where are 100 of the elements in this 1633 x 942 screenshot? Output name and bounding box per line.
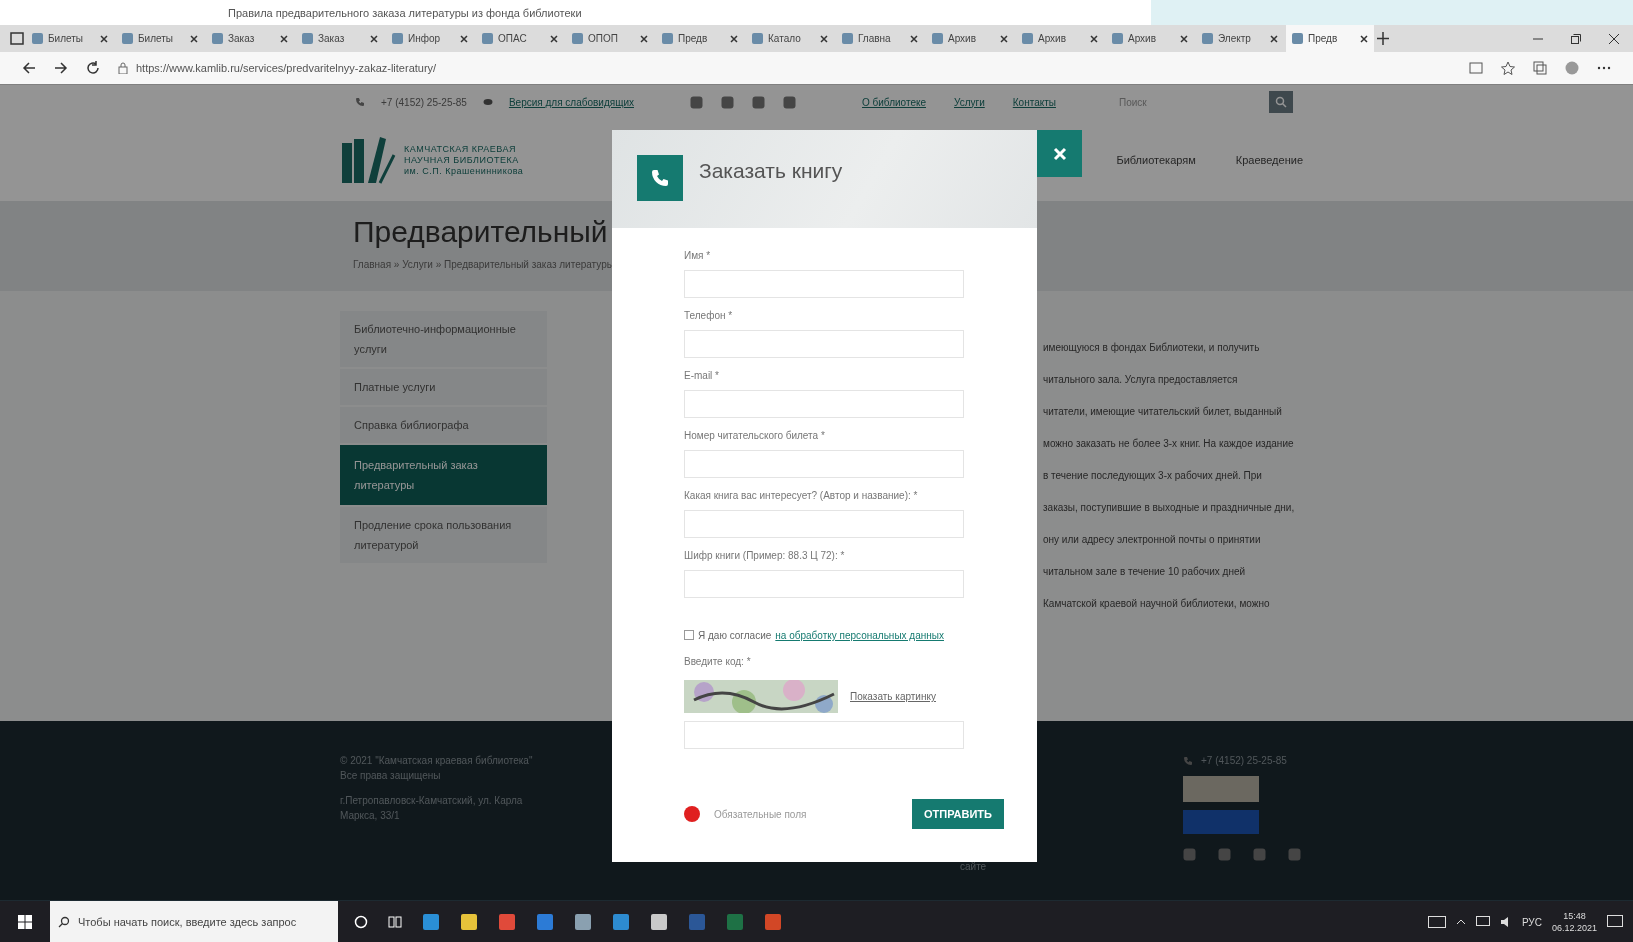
sidebar-item[interactable]: Платные услуги [340, 369, 547, 405]
app-icon[interactable] [612, 913, 630, 931]
sidebar-item[interactable]: Библиотечно-информационные услуги [340, 311, 547, 367]
field-label: Шифр книги (Пример: 88.3 Ц 72): * [684, 550, 846, 563]
input-field[interactable] [684, 270, 964, 298]
nav-item[interactable]: Библиотекарям [1116, 154, 1196, 166]
app-icon[interactable] [498, 913, 516, 931]
windows-icon[interactable] [18, 915, 32, 929]
body-text: читатели, имеющие читательский билет, выданный [1043, 405, 1283, 419]
notifications-icon[interactable] [1607, 915, 1623, 929]
task-view-icon[interactable] [388, 915, 402, 929]
address-text: г.Петропавловск-Камчатский, ул. Карла [340, 794, 524, 808]
close-icon[interactable] [460, 34, 468, 43]
page-title: Предварительный [353, 215, 609, 249]
close-icon[interactable] [730, 34, 738, 43]
field-label: Имя * [684, 250, 712, 263]
input-field[interactable] [684, 570, 964, 598]
network-icon[interactable] [1475, 916, 1490, 928]
top-link[interactable]: Контакты [1012, 96, 1056, 108]
cortana-icon[interactable] [354, 915, 368, 929]
search-icon [1275, 96, 1287, 108]
app-icon[interactable] [650, 913, 668, 931]
copyright-text: © 2021 "Камчатская краевая библиотека" [340, 754, 534, 768]
body-text: читального зала. Услуга предоставляется [1043, 373, 1239, 387]
logo-text: им. С.П. Крашенинникова [404, 165, 524, 177]
footer-phone: +7 (4152) 25-25-85 [1201, 754, 1287, 768]
input-field[interactable] [684, 330, 964, 358]
collections-icon[interactable] [1533, 61, 1547, 75]
body-text: имеющуюся в фондах Библиотеки, и получить [1043, 341, 1261, 355]
sidebar-item[interactable]: Продление срока пользования литературой [340, 507, 547, 563]
nav-item[interactable]: Краеведение [1235, 154, 1303, 166]
consent-link[interactable]: на обработку персональных данных [775, 628, 944, 644]
body-text: Камчатской краевой научной библиотеки, можно [1043, 597, 1271, 611]
lock-icon [118, 62, 128, 74]
phone-glyph-icon [651, 169, 669, 187]
dialog-title: Заказать книгу [699, 159, 843, 183]
close-icon[interactable] [280, 34, 288, 43]
close-icon[interactable] [1360, 34, 1368, 43]
input-field[interactable] [684, 390, 964, 418]
search-button[interactable] [1269, 91, 1293, 113]
app-icon[interactable] [574, 913, 592, 931]
close-icon[interactable] [1180, 34, 1188, 43]
field-label: Какая книга вас интересует? (Автор и название): * [684, 490, 919, 503]
close-icon[interactable] [1270, 34, 1278, 43]
body-text: в течение последующих 3-х рабочих дней. При [1043, 469, 1263, 483]
body-text: ону или адресу электронной почты о принятии [1043, 533, 1262, 547]
required-note: Обязательные поля [714, 808, 807, 820]
close-icon[interactable] [550, 34, 558, 43]
consent-checkbox[interactable] [684, 630, 694, 640]
field-label: Телефон * [684, 310, 734, 323]
forward-icon[interactable] [54, 61, 68, 75]
close-icon[interactable] [190, 34, 198, 43]
field-label: Введите код: * [684, 656, 752, 669]
close-icon[interactable] [820, 34, 828, 43]
social-icon[interactable] [752, 95, 765, 109]
close-icon[interactable] [1609, 33, 1619, 44]
top-link[interactable]: О библиотеке [862, 96, 926, 108]
profile-icon[interactable] [1565, 61, 1579, 75]
input-field[interactable] [684, 450, 964, 478]
breadcrumb: Главная » Услуги » Предварительный заказ литературы [353, 259, 615, 270]
chevron-icon[interactable] [1455, 917, 1466, 927]
input-field[interactable] [684, 510, 964, 538]
back-icon[interactable] [22, 61, 36, 75]
keyboard-icon[interactable] [1427, 916, 1446, 928]
low-vision-link[interactable]: Версия для слабовидящих [508, 96, 634, 108]
close-icon [1052, 146, 1067, 161]
app-icon[interactable] [460, 913, 478, 931]
social-icon[interactable] [721, 95, 734, 109]
social-icon[interactable] [690, 95, 703, 109]
top-link[interactable]: Услуги [954, 96, 985, 108]
reload-icon[interactable] [86, 61, 100, 75]
browser-tab[interactable]: Предв [1286, 25, 1374, 52]
close-icon[interactable] [1000, 34, 1008, 43]
close-icon[interactable] [910, 34, 918, 43]
phone-number: +7 (4152) 25-25-85 [381, 96, 467, 108]
refresh-captcha-link[interactable]: Показать картинку [850, 691, 936, 702]
footer-text: сайте [960, 860, 987, 874]
close-icon[interactable] [640, 34, 648, 43]
close-icon[interactable] [100, 34, 108, 43]
restore-icon[interactable] [1571, 33, 1581, 44]
favorites-icon[interactable] [1501, 61, 1515, 75]
consent-text: Я даю согласие [698, 629, 772, 643]
sidebar-item[interactable]: Справка библиографа [340, 407, 547, 443]
language-indicator[interactable]: РУС [1521, 916, 1542, 928]
social-icon[interactable] [783, 95, 796, 109]
taskbar-search-field[interactable]: Чтобы начать поиск, введите здесь запрос [50, 901, 338, 942]
clock[interactable]: 15:48 06.12.2021 [1551, 910, 1597, 934]
search-icon [58, 916, 70, 928]
close-button[interactable] [1037, 130, 1082, 177]
logo-text: КАМЧАТСКАЯ КРАЕВАЯ [404, 143, 518, 155]
input-field[interactable] [684, 721, 964, 749]
address-field[interactable]: https://www.kamlib.ru/services/predvaritelnyy-zakaz-literatury/ [136, 62, 437, 74]
field-label: E-mail * [684, 370, 720, 383]
close-icon[interactable] [1090, 34, 1098, 43]
body-text: читальном зале в течение 10 рабочих дней [1043, 565, 1247, 579]
sidebar-item[interactable]: Предварительный заказ литературы [340, 445, 547, 505]
submit-button[interactable]: ОТПРАВИТЬ [912, 799, 1004, 829]
window-title: Правила предварительного заказа литературы из фонда библиотеки [228, 6, 582, 19]
app-icon[interactable] [422, 913, 440, 931]
close-icon[interactable] [370, 34, 378, 43]
